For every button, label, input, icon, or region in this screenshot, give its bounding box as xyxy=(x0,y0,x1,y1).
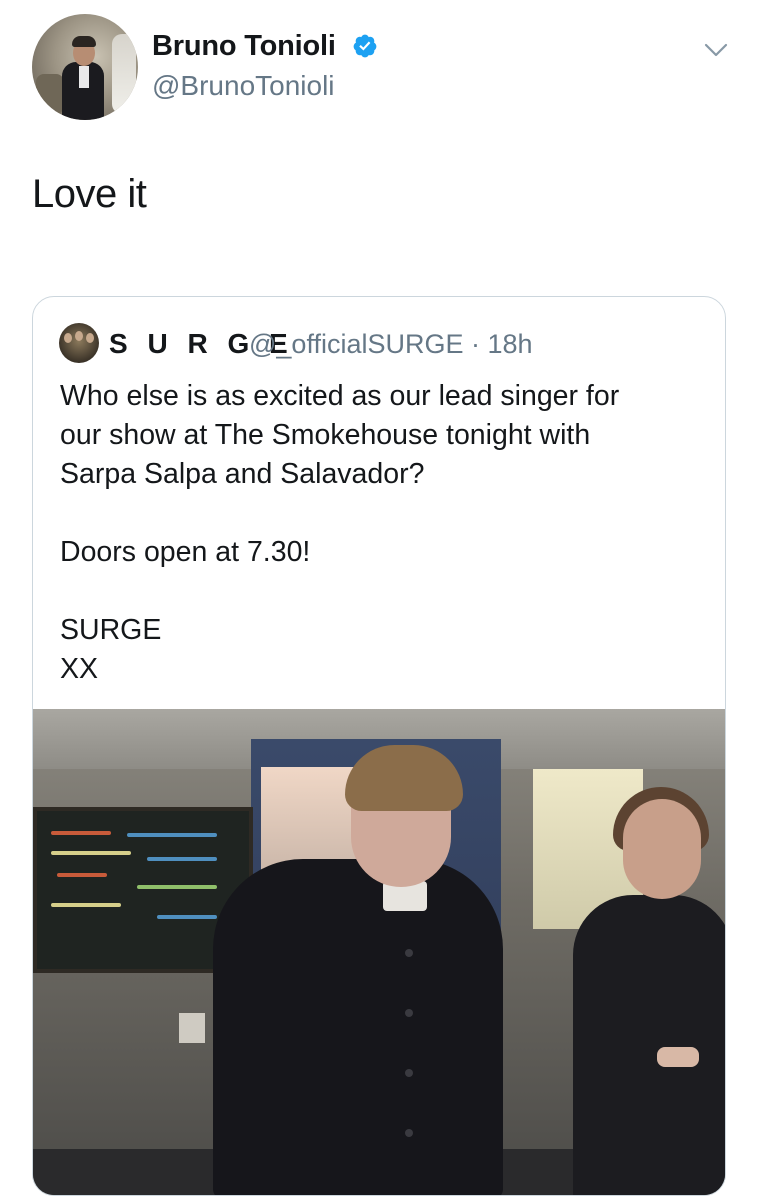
avatar-bg-figure xyxy=(112,34,136,114)
author-display-name[interactable]: Bruno Tonioli xyxy=(152,30,336,63)
quoted-text-line: Doors open at 7.30! xyxy=(60,536,311,568)
video-coat-button xyxy=(405,1009,413,1017)
tweet-text: Love it xyxy=(32,172,147,216)
quoted-handle-time: @_officialSURGE · 18h xyxy=(249,329,533,359)
avatar-bg-figure xyxy=(36,74,64,114)
video-coat-button xyxy=(405,949,413,957)
verified-badge-icon xyxy=(353,34,377,58)
quoted-text-line: Sarpa Salpa and Salavador? xyxy=(60,458,425,490)
quoted-text-line: SURGE xyxy=(60,614,162,646)
quoted-tweet-text: Who else is as excited as our lead singe… xyxy=(60,377,700,689)
avatar-face xyxy=(75,331,83,341)
chevron-down-icon[interactable] xyxy=(702,40,730,60)
video-light-switch xyxy=(179,1013,205,1043)
video-coat-button xyxy=(405,1069,413,1077)
author-avatar[interactable] xyxy=(32,14,138,120)
avatar-hair xyxy=(72,36,96,47)
quoted-text-line: XX xyxy=(60,653,99,685)
avatar-shirt xyxy=(79,66,89,88)
video-coat-button xyxy=(405,1129,413,1137)
quoted-author-avatar xyxy=(59,323,99,363)
avatar-face xyxy=(64,333,72,343)
avatar-face xyxy=(86,333,94,343)
quoted-text-line: Who else is as excited as our lead singe… xyxy=(60,380,620,412)
video-phone xyxy=(657,1047,699,1067)
video-woman-head xyxy=(623,799,701,899)
author-handle[interactable]: @BrunoTonioli xyxy=(152,70,335,102)
tweet: Bruno Tonioli @BrunoTonioli Love it S U … xyxy=(0,0,758,1200)
quoted-tweet[interactable]: S U R G E @_officialSURGE · 18h Who else… xyxy=(32,296,726,1196)
quoted-text-line: our show at The Smokehouse tonight with xyxy=(60,419,591,451)
quoted-media-video[interactable] xyxy=(33,709,725,1195)
video-woman-body xyxy=(573,895,725,1195)
video-man-body xyxy=(213,859,503,1195)
